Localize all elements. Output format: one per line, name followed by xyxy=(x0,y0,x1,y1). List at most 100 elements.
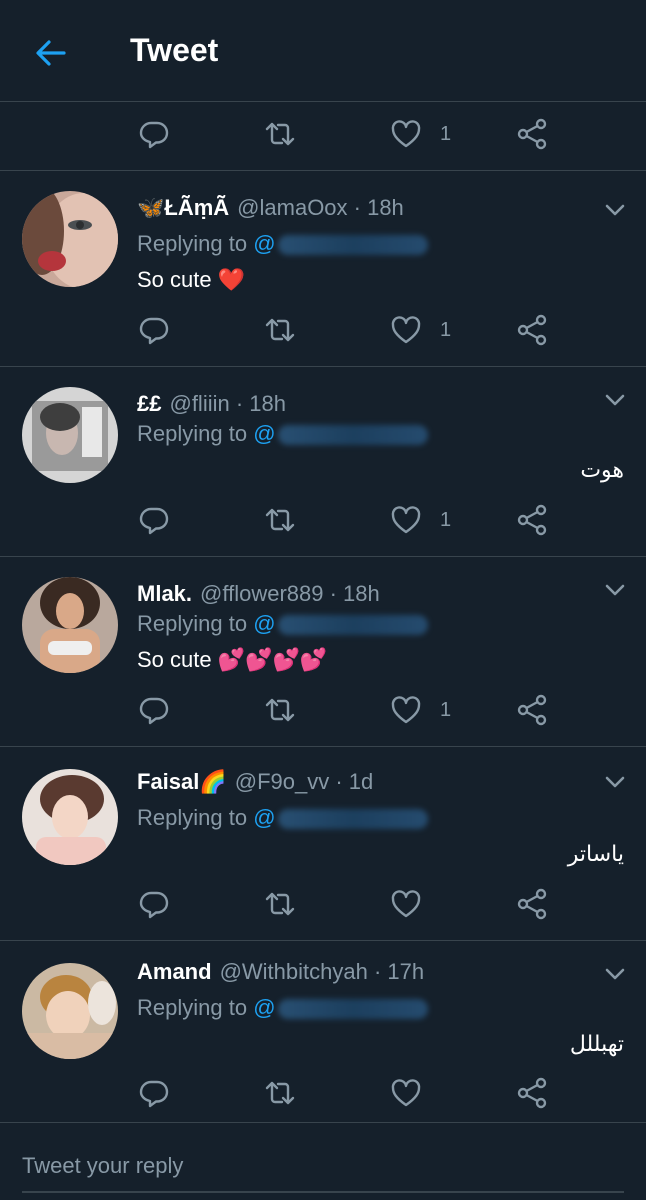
share-icon xyxy=(516,694,548,726)
avatar[interactable] xyxy=(22,387,118,483)
tweet-action-bar xyxy=(0,1063,646,1123)
retweet-button[interactable] xyxy=(264,314,296,346)
author-name[interactable]: ££ xyxy=(137,391,161,417)
avatar-photo xyxy=(22,577,118,673)
reply-icon xyxy=(138,504,170,536)
tweet-author-line: Amand @Withbitchyah · 17h xyxy=(137,959,424,985)
tweet-author-line: ££ @fliiin · 18h xyxy=(137,391,286,417)
tweet-action-bar: 1 xyxy=(0,490,646,550)
mention-prefix: @ xyxy=(253,611,276,636)
replying-label: Replying to xyxy=(137,805,248,830)
share-icon xyxy=(516,314,548,346)
reply-tweet[interactable]: ££ @fliiin · 18h Replying to @ هوت 1 xyxy=(0,367,646,555)
tweet-text: هوت xyxy=(580,457,624,482)
like-count: 1 xyxy=(440,698,452,721)
share-button[interactable] xyxy=(516,694,548,726)
author-name[interactable]: 🦋ŁÃ̃ṃÃ̃ xyxy=(137,195,229,221)
replying-label: Replying to xyxy=(137,995,248,1020)
retweet-icon xyxy=(264,504,296,536)
reply-icon xyxy=(138,694,170,726)
avatar[interactable] xyxy=(22,769,118,865)
like-button[interactable]: 1 xyxy=(390,118,451,150)
tweet-action-bar xyxy=(0,874,646,934)
chevron-down-icon[interactable] xyxy=(602,769,628,795)
like-count: 1 xyxy=(440,122,452,145)
retweet-button[interactable] xyxy=(264,1077,296,1109)
retweet-icon xyxy=(264,314,296,346)
mention-link[interactable]: @ xyxy=(253,231,428,256)
avatar[interactable] xyxy=(22,191,118,287)
chevron-down-icon[interactable] xyxy=(602,197,628,223)
avatar[interactable] xyxy=(22,577,118,673)
retweet-button[interactable] xyxy=(264,118,296,150)
avatar[interactable] xyxy=(22,963,118,1059)
share-icon xyxy=(516,1077,548,1109)
heart-icon xyxy=(390,888,422,920)
chevron-down-icon[interactable] xyxy=(602,387,628,413)
reply-tweet[interactable]: 🦋ŁÃ̃ṃÃ̃ @lamaOox · 18h Replying to @ So … xyxy=(0,171,646,365)
share-icon xyxy=(516,888,548,920)
tweet-action-bar: 1 xyxy=(0,680,646,740)
reply-button[interactable] xyxy=(138,1077,170,1109)
author-name[interactable]: Mlak. xyxy=(137,581,192,607)
like-button[interactable] xyxy=(390,1077,440,1109)
share-button[interactable] xyxy=(516,504,548,536)
share-button[interactable] xyxy=(516,118,548,150)
retweet-icon xyxy=(264,1077,296,1109)
replying-to: Replying to @ xyxy=(137,611,428,637)
top-tweet-action-bar: 1 xyxy=(0,104,646,164)
reply-button[interactable] xyxy=(138,118,170,150)
mention-prefix: @ xyxy=(253,231,276,256)
reply-input[interactable] xyxy=(22,1141,624,1193)
replying-to: Replying to @ xyxy=(137,805,428,831)
reply-icon xyxy=(138,888,170,920)
retweet-button[interactable] xyxy=(264,694,296,726)
share-button[interactable] xyxy=(516,314,548,346)
like-button[interactable]: 1 xyxy=(390,314,451,346)
reply-tweet[interactable]: Amand @Withbitchyah · 17h Replying to @ … xyxy=(0,941,646,1121)
blurred-handle xyxy=(277,235,428,256)
chevron-down-icon[interactable] xyxy=(602,577,628,603)
reply-tweet[interactable]: Faisal🌈 @F9o_vv · 1d Replying to @ ياسات… xyxy=(0,747,646,940)
mention-link[interactable]: @ xyxy=(253,995,428,1020)
page-title: Tweet xyxy=(130,32,219,68)
mention-prefix: @ xyxy=(253,805,276,830)
reply-button[interactable] xyxy=(138,888,170,920)
blurred-handle xyxy=(277,615,428,636)
author-name[interactable]: Faisal🌈 xyxy=(137,769,227,795)
reply-icon xyxy=(138,1077,170,1109)
mention-link[interactable]: @ xyxy=(253,421,428,446)
replying-to: Replying to @ xyxy=(137,995,428,1021)
reply-button[interactable] xyxy=(138,694,170,726)
reply-button[interactable] xyxy=(138,504,170,536)
like-button[interactable] xyxy=(390,888,440,920)
share-button[interactable] xyxy=(516,888,548,920)
reply-button[interactable] xyxy=(138,314,170,346)
heart-icon xyxy=(390,118,422,150)
like-button[interactable]: 1 xyxy=(390,504,451,536)
tweet-text: So cute 💕💕💕💕 xyxy=(137,647,328,672)
share-icon xyxy=(516,118,548,150)
tweet-text: ياساتر xyxy=(567,841,624,866)
share-icon xyxy=(516,504,548,536)
like-button[interactable]: 1 xyxy=(390,694,451,726)
author-handle: @lamaOox · 18h xyxy=(237,195,404,220)
avatar-photo xyxy=(22,769,118,865)
reply-tweet[interactable]: Mlak. @fflower889 · 18h Replying to @ So… xyxy=(0,557,646,745)
retweet-button[interactable] xyxy=(264,504,296,536)
blurred-handle xyxy=(277,809,428,830)
author-handle: @F9o_vv · 1d xyxy=(234,769,374,794)
back-arrow-icon[interactable] xyxy=(34,36,68,70)
tweet-author-line: Mlak. @fflower889 · 18h xyxy=(137,581,380,607)
mention-link[interactable]: @ xyxy=(253,805,428,830)
like-count: 1 xyxy=(440,318,452,341)
chevron-down-icon[interactable] xyxy=(602,961,628,987)
retweet-icon xyxy=(264,888,296,920)
replying-label: Replying to xyxy=(137,421,248,446)
heart-icon xyxy=(390,1077,422,1109)
author-name[interactable]: Amand xyxy=(137,959,212,985)
mention-link[interactable]: @ xyxy=(253,611,428,636)
retweet-button[interactable] xyxy=(264,888,296,920)
share-button[interactable] xyxy=(516,1077,548,1109)
reply-composer xyxy=(0,1122,646,1200)
